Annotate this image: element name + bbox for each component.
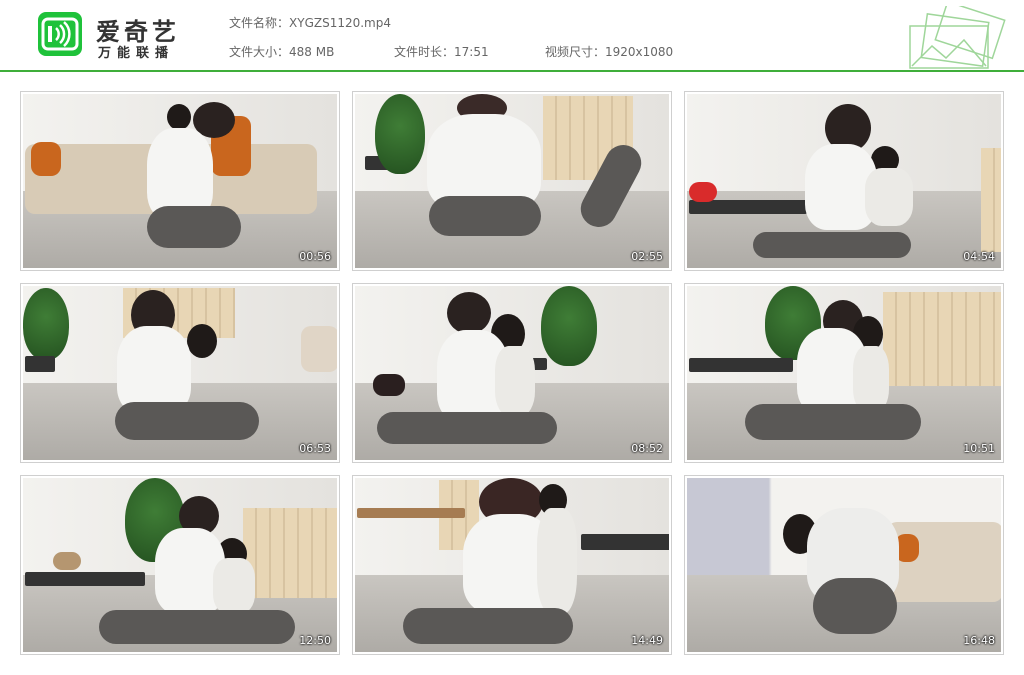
timestamp-label: 00:56 — [299, 250, 331, 263]
thumbnail-6[interactable]: 10:51 — [684, 283, 1004, 463]
header: 爱奇艺 万能联播 文件名称：XYGZS1120.mp4 文件大小：488 MB … — [0, 0, 1024, 72]
thumbnail-frame: 14:49 — [355, 478, 669, 652]
timestamp-label: 02:55 — [631, 250, 663, 263]
thumbnail-frame: 04:54 — [687, 94, 1001, 268]
timestamp-label: 12:50 — [299, 634, 331, 647]
thumbnail-5[interactable]: 08:52 — [352, 283, 672, 463]
resolution-value: 1920x1080 — [605, 45, 674, 59]
decorative-photos-icon — [909, 6, 1006, 69]
resolution-label: 视频尺寸： — [545, 45, 606, 59]
thumbnail-3[interactable]: 04:54 — [684, 91, 1004, 271]
file-name-label: 文件名称： — [229, 16, 290, 30]
duration-info: 文件时长：17:51 — [394, 43, 489, 60]
thumbnail-grid: 00:56 02:55 04:54 06:53 08:52 10:51 12:5… — [20, 91, 1004, 655]
brand-subtitle: 万能联播 — [98, 46, 175, 61]
duration-value: 17:51 — [454, 45, 489, 59]
thumbnail-9[interactable]: 16:48 — [684, 475, 1004, 655]
timestamp-label: 10:51 — [963, 442, 995, 455]
timestamp-label: 16:48 — [963, 634, 995, 647]
thumbnail-frame: 10:51 — [687, 286, 1001, 460]
file-size-info: 文件大小：488 MB — [229, 43, 334, 60]
file-name-info: 文件名称：XYGZS1120.mp4 — [229, 14, 391, 31]
thumbnail-frame: 12:50 — [23, 478, 337, 652]
thumbnail-frame: 08:52 — [355, 286, 669, 460]
timestamp-label: 06:53 — [299, 442, 331, 455]
thumbnail-frame: 16:48 — [687, 478, 1001, 652]
thumbnail-7[interactable]: 12:50 — [20, 475, 340, 655]
thumbnail-1[interactable]: 00:56 — [20, 91, 340, 271]
timestamp-label: 08:52 — [631, 442, 663, 455]
thumbnail-frame: 00:56 — [23, 94, 337, 268]
file-size-label: 文件大小： — [229, 45, 290, 59]
thumbnail-2[interactable]: 02:55 — [352, 91, 672, 271]
thumbnail-8[interactable]: 14:49 — [352, 475, 672, 655]
thumbnail-frame: 02:55 — [355, 94, 669, 268]
thumbnail-4[interactable]: 06:53 — [20, 283, 340, 463]
thumbnail-frame: 06:53 — [23, 286, 337, 460]
app-logo — [38, 12, 82, 56]
timestamp-label: 14:49 — [631, 634, 663, 647]
duration-label: 文件时长： — [394, 45, 455, 59]
file-size-value: 488 MB — [289, 45, 335, 59]
timestamp-label: 04:54 — [963, 250, 995, 263]
file-name-value: XYGZS1120.mp4 — [289, 16, 391, 30]
resolution-info: 视频尺寸：1920x1080 — [545, 43, 673, 60]
